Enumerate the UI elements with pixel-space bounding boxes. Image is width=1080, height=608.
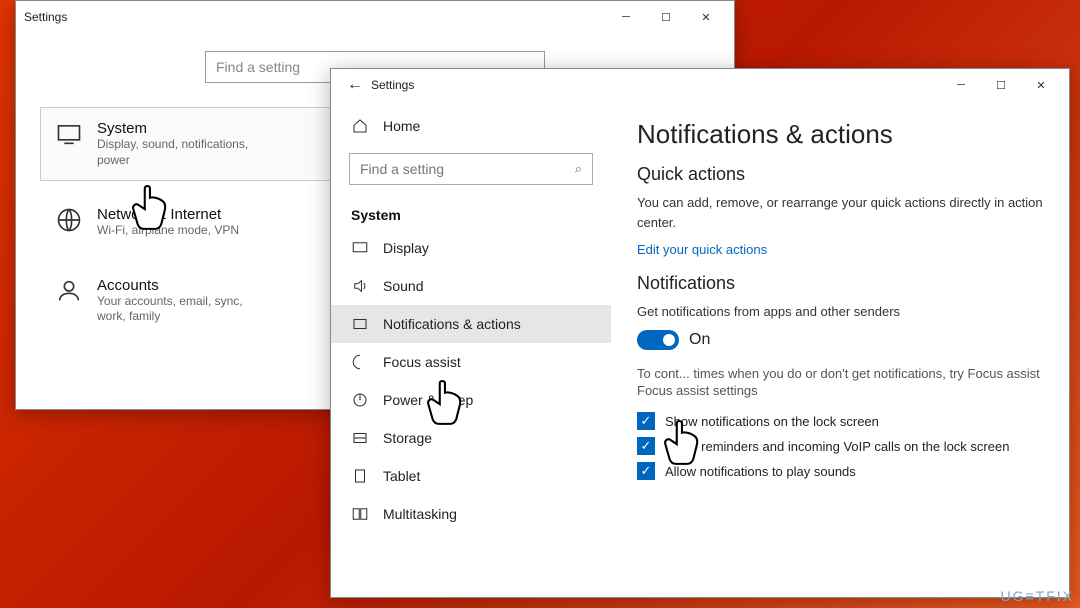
content-pane: Notifications & actions Quick actions Yo… (611, 101, 1069, 597)
focus-icon (351, 353, 369, 371)
notifications-header: Notifications (637, 273, 1043, 294)
sidebar-sound[interactable]: Sound (331, 267, 611, 305)
quick-actions-desc: You can add, remove, or rearrange your q… (637, 193, 1043, 232)
notifications-toggle[interactable] (637, 330, 679, 350)
sidebar-tablet[interactable]: Tablet (331, 457, 611, 495)
checkbox-icon: ✓ (637, 462, 655, 480)
checkbox-icon: ✓ (637, 412, 655, 430)
page-title: Notifications & actions (637, 119, 1043, 150)
titlebar: Settings ─ ☐ ✕ (16, 1, 734, 33)
sidebar: Home Find a setting ⌕ System Display Sou… (331, 101, 611, 597)
close-button[interactable]: ✕ (686, 1, 726, 33)
minimize-button[interactable]: ─ (941, 69, 981, 101)
titlebar: ← Settings ─ ☐ ✕ (331, 69, 1069, 101)
tile-system[interactable]: SystemDisplay, sound, notifications, pow… (40, 107, 360, 181)
sidebar-display[interactable]: Display (331, 229, 611, 267)
maximize-button[interactable]: ☐ (646, 1, 686, 33)
settings-system-window: ← Settings ─ ☐ ✕ Home Find a setting ⌕ S… (330, 68, 1070, 598)
display-icon (351, 239, 369, 257)
checkbox-lock-screen[interactable]: ✓Show notifications on the lock screen (637, 412, 1043, 430)
network-icon (55, 206, 83, 234)
toggle-label: On (689, 331, 710, 349)
tile-network[interactable]: Network & InternetWi-Fi, airplane mode, … (40, 193, 360, 252)
window-title: Settings (24, 10, 67, 24)
search-icon: ⌕ (575, 161, 582, 177)
quick-actions-header: Quick actions (637, 164, 1043, 185)
checkbox-reminders[interactable]: ✓Show reminders and incoming VoIP calls … (637, 437, 1043, 455)
multitasking-icon (351, 505, 369, 523)
search-placeholder: Find a setting (216, 59, 300, 75)
edit-quick-actions-link[interactable]: Edit your quick actions (637, 242, 1043, 257)
sidebar-notifications[interactable]: Notifications & actions (331, 305, 611, 343)
maximize-button[interactable]: ☐ (981, 69, 1021, 101)
sidebar-focus-assist[interactable]: Focus assist (331, 343, 611, 381)
home-icon (351, 117, 369, 135)
tile-accounts[interactable]: AccountsYour accounts, email, sync, work… (40, 264, 360, 338)
checkbox-sounds[interactable]: ✓Allow notifications to play sounds (637, 462, 1043, 480)
search-input[interactable]: Find a setting ⌕ (349, 153, 593, 185)
system-icon (55, 120, 83, 148)
storage-icon (351, 429, 369, 447)
focus-hint: To cont... times when you do or don't ge… (637, 364, 1043, 384)
sidebar-power-sleep[interactable]: Power & sleep (331, 381, 611, 419)
window-title: Settings (371, 78, 414, 92)
sidebar-home[interactable]: Home (331, 107, 611, 145)
tablet-icon (351, 467, 369, 485)
checkbox-icon: ✓ (637, 437, 655, 455)
notifications-desc: Get notifications from apps and other se… (637, 302, 1043, 322)
accounts-icon (55, 277, 83, 305)
notifications-icon (351, 315, 369, 333)
tile-title: System (97, 120, 267, 137)
sidebar-storage[interactable]: Storage (331, 419, 611, 457)
back-button[interactable]: ← (339, 76, 371, 94)
close-button[interactable]: ✕ (1021, 69, 1061, 101)
section-header: System (331, 197, 611, 229)
focus-assist-link[interactable]: Focus assist settings (637, 383, 1043, 398)
sidebar-multitasking[interactable]: Multitasking (331, 495, 611, 533)
minimize-button[interactable]: ─ (606, 1, 646, 33)
power-icon (351, 391, 369, 409)
watermark: UG≡TFIX (1001, 588, 1075, 604)
sound-icon (351, 277, 369, 295)
tile-sub: Display, sound, notifications, power (97, 137, 267, 168)
